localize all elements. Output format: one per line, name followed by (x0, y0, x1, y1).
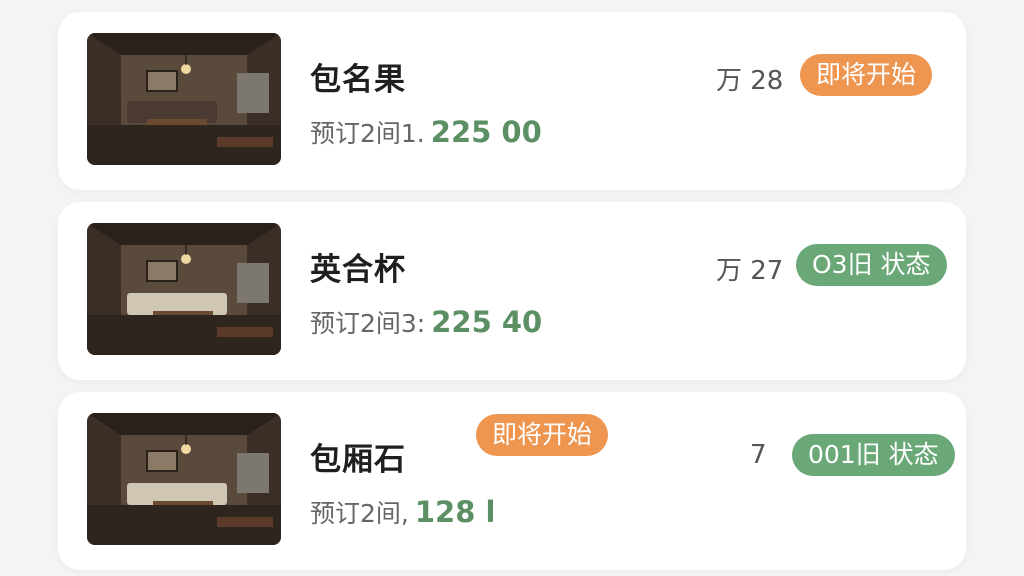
status-badge: 即将开始 (800, 54, 933, 96)
status-badge: O3旧 状态 (796, 244, 947, 286)
upcoming-badge: 即将开始 (476, 414, 609, 456)
booking-summary: 预订2间3: 225 40 (310, 304, 542, 340)
price: 128 l (414, 495, 496, 529)
room-card[interactable]: 包厢石 即将开始 预订2间, 128 l 7 001旧 状态 (58, 392, 966, 570)
status-badge: 001旧 状态 (792, 434, 955, 476)
room-photo (87, 33, 281, 165)
room-card[interactable]: 包名果 预订2间1. 225 00 万 28 即将开始 (58, 12, 966, 190)
date-label: 7 (750, 440, 767, 470)
date-label: 万 27 (716, 256, 784, 286)
room-photo (87, 223, 281, 355)
room-title: 包名果 (310, 62, 406, 98)
room-card[interactable]: 英合杯 预订2间3: 225 40 万 27 O3旧 状态 (58, 202, 966, 380)
date-label: 万 28 (716, 66, 784, 96)
booking-summary: 预订2间, 128 l (310, 494, 495, 530)
booking-summary: 预订2间1. 225 00 (310, 114, 542, 150)
booking-label: 预订2间3: (310, 309, 426, 338)
price: 225 00 (430, 115, 542, 149)
room-title: 英合杯 (310, 252, 406, 288)
room-photo (87, 413, 281, 545)
booking-label: 预订2间1. (310, 119, 425, 148)
booking-label: 预订2间, (310, 499, 409, 528)
room-title: 包厢石 (310, 442, 406, 478)
price: 225 40 (431, 305, 543, 339)
